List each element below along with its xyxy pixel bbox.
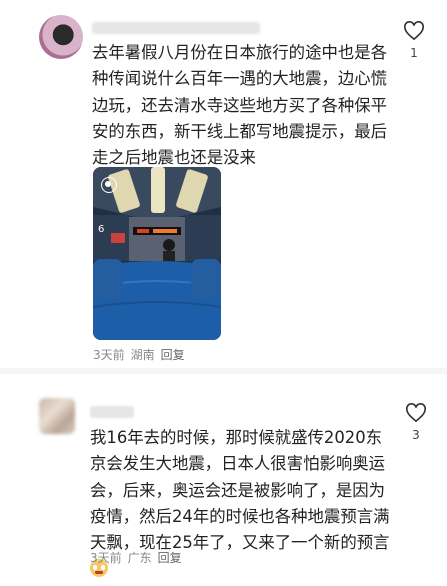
like-heart-icon[interactable] [405, 403, 427, 423]
comment-location: 广东 [127, 551, 152, 565]
comment-meta: 3天前 广东 回复 [90, 549, 188, 566]
like-count: 3 [412, 428, 420, 442]
train-interior-image: 6 [93, 167, 221, 340]
live-photo-icon [101, 177, 117, 193]
avatar[interactable] [39, 15, 83, 59]
comment-text-body: 我16年去的时候，那时候就盛传2020东京会发生大地震，日本人很害怕影响奥运会，… [90, 428, 390, 553]
avatar[interactable] [39, 398, 75, 434]
comment-time: 3天前 [90, 551, 122, 565]
comment-location: 湖南 [130, 348, 155, 362]
comment-text: 去年暑假八月份在日本旅行的途中也是各种传闻说什么百年一遇的大地震，边心慌边玩，还… [92, 43, 388, 168]
username-blurred[interactable] [90, 406, 134, 418]
like-heart-icon[interactable] [403, 21, 425, 41]
comment-divider [0, 368, 447, 374]
car-number-sign: 6 [98, 224, 104, 235]
comment-time: 3天前 [93, 348, 125, 362]
reply-button[interactable]: 回复 [161, 348, 185, 362]
comment-photo[interactable]: 6 [93, 167, 221, 340]
reply-button[interactable]: 回复 [158, 551, 182, 565]
like-count: 1 [410, 46, 418, 60]
comment-meta: 3天前 湖南 回复 [93, 346, 191, 363]
username-blurred[interactable] [92, 22, 260, 34]
